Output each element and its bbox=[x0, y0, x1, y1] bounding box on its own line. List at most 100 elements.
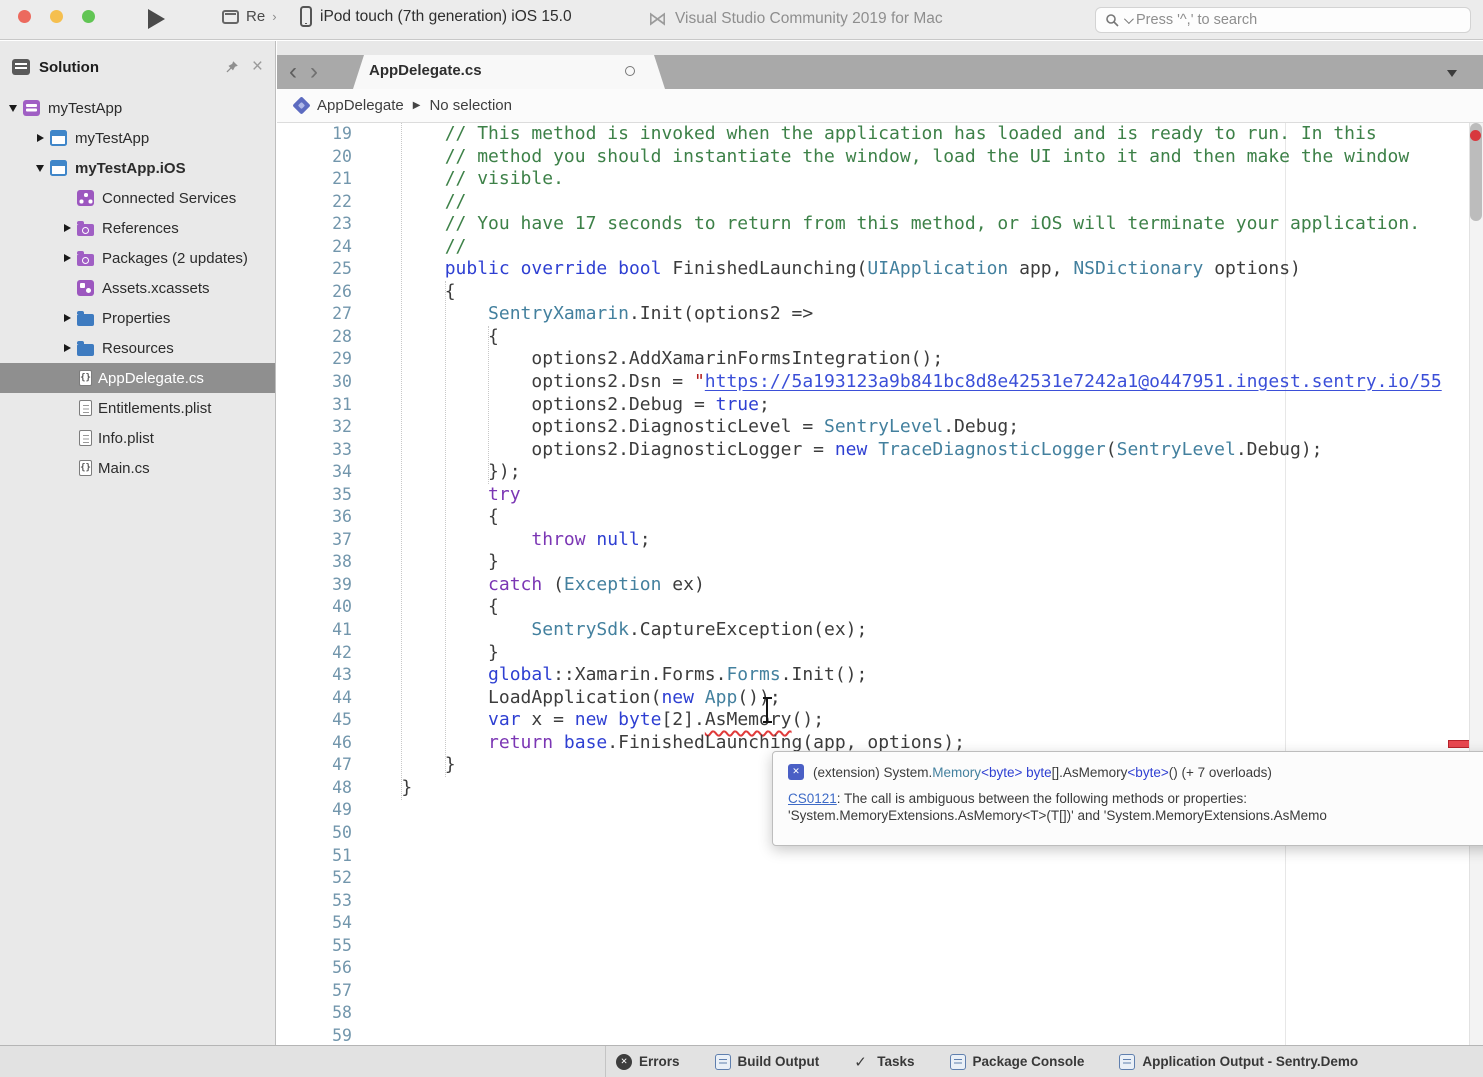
code-line-53[interactable]: 53 bbox=[277, 890, 1483, 913]
disclosure-closed-icon[interactable] bbox=[60, 251, 74, 265]
app-title-group: ⋈ Visual Studio Community 2019 for Mac bbox=[648, 7, 943, 31]
code-text: SentryXamarin.Init(options2 => bbox=[358, 303, 813, 324]
code-line-32[interactable]: 32 options2.DiagnosticLevel = SentryLeve… bbox=[277, 416, 1483, 439]
sidebar-item-packages-2-updates[interactable]: Packages (2 updates) bbox=[0, 243, 275, 273]
scrollbar-error-marker[interactable] bbox=[1448, 740, 1471, 748]
code-line-34[interactable]: 34 }); bbox=[277, 461, 1483, 484]
disclosure-closed-icon[interactable] bbox=[33, 131, 47, 145]
disclosure-closed-icon[interactable] bbox=[60, 341, 74, 355]
token-p: app, bbox=[1008, 258, 1073, 279]
editor-scrollbar[interactable] bbox=[1469, 123, 1483, 1045]
code-line-54[interactable]: 54 bbox=[277, 912, 1483, 935]
line-number: 50 bbox=[277, 822, 352, 845]
line-number: 28 bbox=[277, 326, 352, 349]
code-line-43[interactable]: 43 global::Xamarin.Forms.Forms.Init(); bbox=[277, 664, 1483, 687]
code-line-33[interactable]: 33 options2.DiagnosticLogger = new Trace… bbox=[277, 439, 1483, 462]
code-line-56[interactable]: 56 bbox=[277, 957, 1483, 980]
code-line-26[interactable]: 26 { bbox=[277, 281, 1483, 304]
plist-file-icon bbox=[79, 430, 92, 446]
code-line-31[interactable]: 31 options2.Debug = true; bbox=[277, 394, 1483, 417]
sidebar-item-properties[interactable]: Properties bbox=[0, 303, 275, 333]
code-line-38[interactable]: 38 } bbox=[277, 551, 1483, 574]
configuration-selector[interactable]: Re › bbox=[222, 8, 277, 25]
line-number: 53 bbox=[277, 890, 352, 913]
code-line-57[interactable]: 57 bbox=[277, 980, 1483, 1003]
code-line-19[interactable]: 19 // This method is invoked when the ap… bbox=[277, 123, 1483, 146]
pad-button-package-console[interactable]: Package Console bbox=[950, 1054, 1085, 1070]
code-line-58[interactable]: 58 bbox=[277, 1002, 1483, 1025]
breadcrumb-selection[interactable]: No selection bbox=[429, 97, 512, 114]
code-line-29[interactable]: 29 options2.AddXamarinFormsIntegration()… bbox=[277, 348, 1483, 371]
disclosure-open-icon[interactable] bbox=[33, 161, 47, 175]
code-text: global::Xamarin.Forms.Forms.Init(); bbox=[358, 664, 867, 685]
device-selector[interactable]: iPod touch (7th generation) iOS 15.0 bbox=[300, 6, 572, 27]
code-line-20[interactable]: 20 // method you should instantiate the … bbox=[277, 146, 1483, 169]
code-line-35[interactable]: 35 try bbox=[277, 484, 1483, 507]
device-label: iPod touch (7th generation) iOS 15.0 bbox=[320, 8, 572, 26]
pad-button-errors[interactable]: Errors bbox=[616, 1054, 680, 1070]
sidebar-item-main-cs[interactable]: Main.cs bbox=[0, 453, 275, 483]
code-line-40[interactable]: 40 { bbox=[277, 596, 1483, 619]
code-line-52[interactable]: 52 bbox=[277, 867, 1483, 890]
line-number: 51 bbox=[277, 845, 352, 868]
close-window-button[interactable] bbox=[18, 10, 31, 23]
pad-button-tasks[interactable]: Tasks bbox=[854, 1054, 914, 1070]
sidebar-item-references[interactable]: References bbox=[0, 213, 275, 243]
scrollbar-error-dot[interactable] bbox=[1470, 130, 1481, 141]
pin-pad-icon[interactable] bbox=[225, 60, 239, 74]
code-text: // You have 17 seconds to return from th… bbox=[358, 213, 1420, 234]
code-editor[interactable]: 19 // This method is invoked when the ap… bbox=[277, 123, 1483, 1045]
code-line-42[interactable]: 42 } bbox=[277, 642, 1483, 665]
error-code-link[interactable]: CS0121 bbox=[788, 791, 837, 806]
tab-overflow-chevron-icon[interactable] bbox=[1447, 70, 1457, 77]
code-line-59[interactable]: 59 bbox=[277, 1025, 1483, 1045]
code-line-37[interactable]: 37 throw null; bbox=[277, 529, 1483, 552]
pad-button-application-output-sentry-demo[interactable]: Application Output - Sentry.Demo bbox=[1119, 1054, 1358, 1070]
connected-services-icon bbox=[77, 190, 94, 206]
close-pad-icon[interactable]: × bbox=[252, 60, 263, 74]
code-line-41[interactable]: 41 SentrySdk.CaptureException(ex); bbox=[277, 619, 1483, 642]
sidebar-item-assets-xcassets[interactable]: Assets.xcassets bbox=[0, 273, 275, 303]
code-line-45[interactable]: 45 var x = new byte[2].AsMemory(); bbox=[277, 709, 1483, 732]
navigate-forward-button[interactable]: › bbox=[310, 58, 318, 86]
zoom-window-button[interactable] bbox=[82, 10, 95, 23]
code-line-25[interactable]: 25 public override bool FinishedLaunchin… bbox=[277, 258, 1483, 281]
sidebar-item-info-plist[interactable]: Info.plist bbox=[0, 423, 275, 453]
token-y: Memory bbox=[932, 765, 981, 780]
disclosure-closed-icon[interactable] bbox=[60, 221, 74, 235]
sidebar-item-resources[interactable]: Resources bbox=[0, 333, 275, 363]
search-input[interactable]: Press '^,' to search bbox=[1095, 7, 1471, 33]
pad-button-build-output[interactable]: Build Output bbox=[715, 1054, 820, 1070]
search-scope-chevron-icon[interactable] bbox=[1124, 14, 1134, 24]
code-line-28[interactable]: 28 { bbox=[277, 326, 1483, 349]
minimize-window-button[interactable] bbox=[50, 10, 63, 23]
sidebar-item-connected-services[interactable]: Connected Services bbox=[0, 183, 275, 213]
code-line-23[interactable]: 23 // You have 17 seconds to return from… bbox=[277, 213, 1483, 236]
code-line-27[interactable]: 27 SentryXamarin.Init(options2 => bbox=[277, 303, 1483, 326]
code-line-36[interactable]: 36 { bbox=[277, 506, 1483, 529]
navigate-back-button[interactable]: ‹ bbox=[289, 58, 297, 86]
sidebar-item-appdelegate-cs[interactable]: AppDelegate.cs bbox=[0, 363, 275, 393]
token-f: return bbox=[488, 732, 553, 753]
code-line-24[interactable]: 24 // bbox=[277, 236, 1483, 259]
sidebar-item-mytestapp-ios[interactable]: myTestApp.iOS bbox=[0, 153, 275, 183]
disclosure-open-icon[interactable] bbox=[6, 101, 20, 115]
code-line-21[interactable]: 21 // visible. bbox=[277, 168, 1483, 191]
code-line-55[interactable]: 55 bbox=[277, 935, 1483, 958]
disclosure-closed-icon[interactable] bbox=[60, 311, 74, 325]
code-line-30[interactable]: 30 options2.Dsn = "https://5a193123a9b84… bbox=[277, 371, 1483, 394]
code-text: { bbox=[358, 281, 456, 302]
token-p bbox=[867, 439, 878, 460]
sidebar-item-mytestapp[interactable]: myTestApp bbox=[0, 123, 275, 153]
sidebar-item-entitlements-plist[interactable]: Entitlements.plist bbox=[0, 393, 275, 423]
device-icon bbox=[300, 6, 312, 27]
code-line-44[interactable]: 44 LoadApplication(new App()); bbox=[277, 687, 1483, 710]
code-line-22[interactable]: 22 // bbox=[277, 191, 1483, 214]
code-line-51[interactable]: 51 bbox=[277, 845, 1483, 868]
tab-appdelegate[interactable]: AppDelegate.cs bbox=[353, 55, 665, 89]
sidebar-item-mytestapp[interactable]: myTestApp bbox=[0, 93, 275, 123]
solution-pad-icon bbox=[12, 59, 30, 75]
code-line-39[interactable]: 39 catch (Exception ex) bbox=[277, 574, 1483, 597]
breadcrumb-class[interactable]: AppDelegate bbox=[317, 97, 404, 114]
run-button[interactable] bbox=[148, 9, 165, 29]
